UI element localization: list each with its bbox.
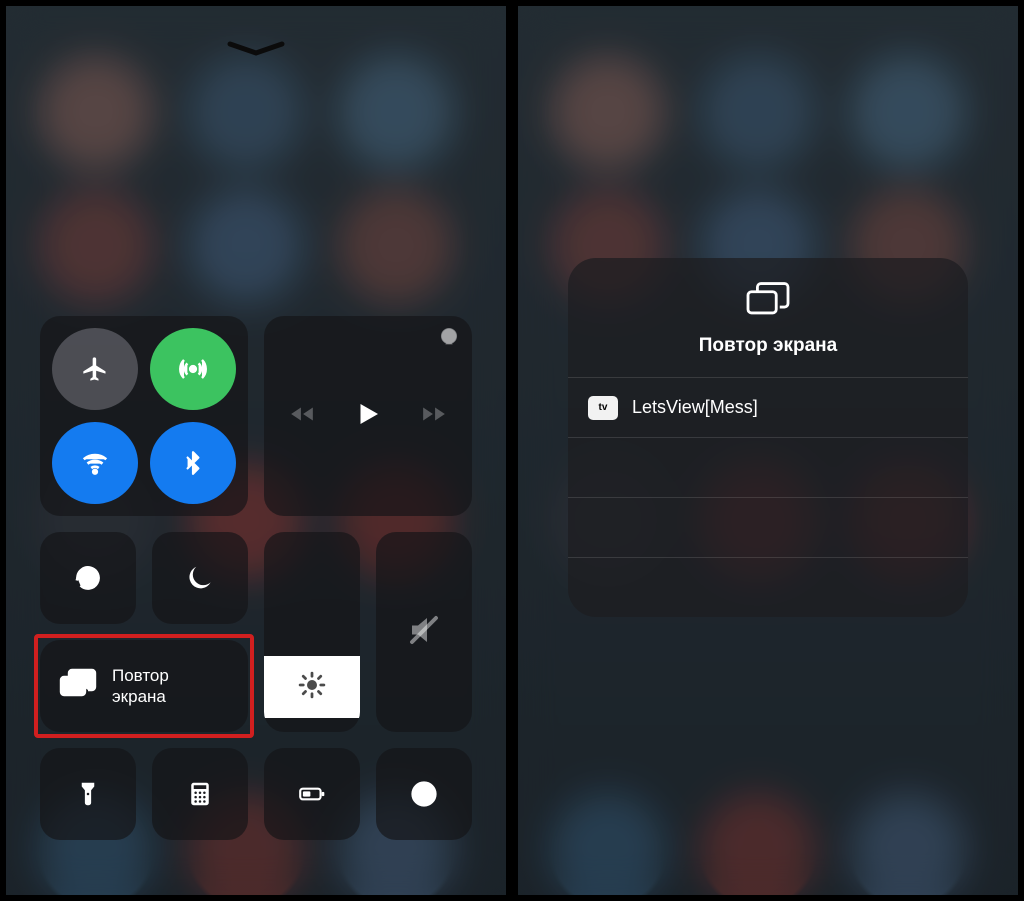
mirroring-empty-row bbox=[568, 437, 968, 497]
collapse-chevron-icon[interactable] bbox=[226, 40, 286, 58]
control-center-grid: Повтор экрана bbox=[40, 316, 472, 840]
airplane-mode-toggle[interactable] bbox=[52, 328, 138, 410]
mirroring-device-row[interactable]: tv LetsView[Mess] bbox=[568, 377, 968, 437]
device-label: LetsView[Mess] bbox=[632, 397, 758, 418]
screen-mirroring-button[interactable]: Повтор экрана bbox=[40, 640, 248, 732]
volume-slider[interactable] bbox=[376, 532, 472, 732]
mute-icon bbox=[406, 612, 442, 653]
rewind-icon[interactable] bbox=[289, 401, 315, 432]
brightness-icon bbox=[297, 670, 327, 705]
bluetooth-toggle[interactable] bbox=[150, 422, 236, 504]
screen-mirroring-icon bbox=[743, 307, 793, 324]
sheet-title: Повтор экрана bbox=[568, 335, 968, 357]
apple-tv-icon: tv bbox=[588, 396, 618, 420]
connectivity-group bbox=[40, 316, 248, 516]
phone-right-mirroring-sheet: Повтор экрана tv LetsView[Mess] bbox=[518, 6, 1018, 895]
mirroring-empty-row bbox=[568, 557, 968, 617]
orientation-lock-toggle[interactable] bbox=[40, 532, 136, 624]
do-not-disturb-toggle[interactable] bbox=[152, 532, 248, 624]
phone-left-control-center: Повтор экрана bbox=[6, 6, 506, 895]
screen-mirroring-label: Повтор экрана bbox=[112, 665, 169, 708]
mirroring-empty-row bbox=[568, 497, 968, 557]
low-power-mode-button[interactable] bbox=[264, 748, 360, 840]
screen-mirroring-sheet: Повтор экрана tv LetsView[Mess] bbox=[568, 258, 968, 617]
wifi-toggle[interactable] bbox=[52, 422, 138, 504]
play-icon[interactable] bbox=[353, 399, 383, 434]
cellular-data-toggle[interactable] bbox=[150, 328, 236, 410]
media-controls-tile[interactable] bbox=[264, 316, 472, 516]
flashlight-button[interactable] bbox=[40, 748, 136, 840]
screen-record-button[interactable] bbox=[376, 748, 472, 840]
airplay-icon[interactable] bbox=[438, 326, 460, 353]
screen-mirroring-icon bbox=[58, 667, 98, 706]
forward-icon[interactable] bbox=[421, 401, 447, 432]
brightness-slider[interactable] bbox=[264, 532, 360, 732]
calculator-button[interactable] bbox=[152, 748, 248, 840]
